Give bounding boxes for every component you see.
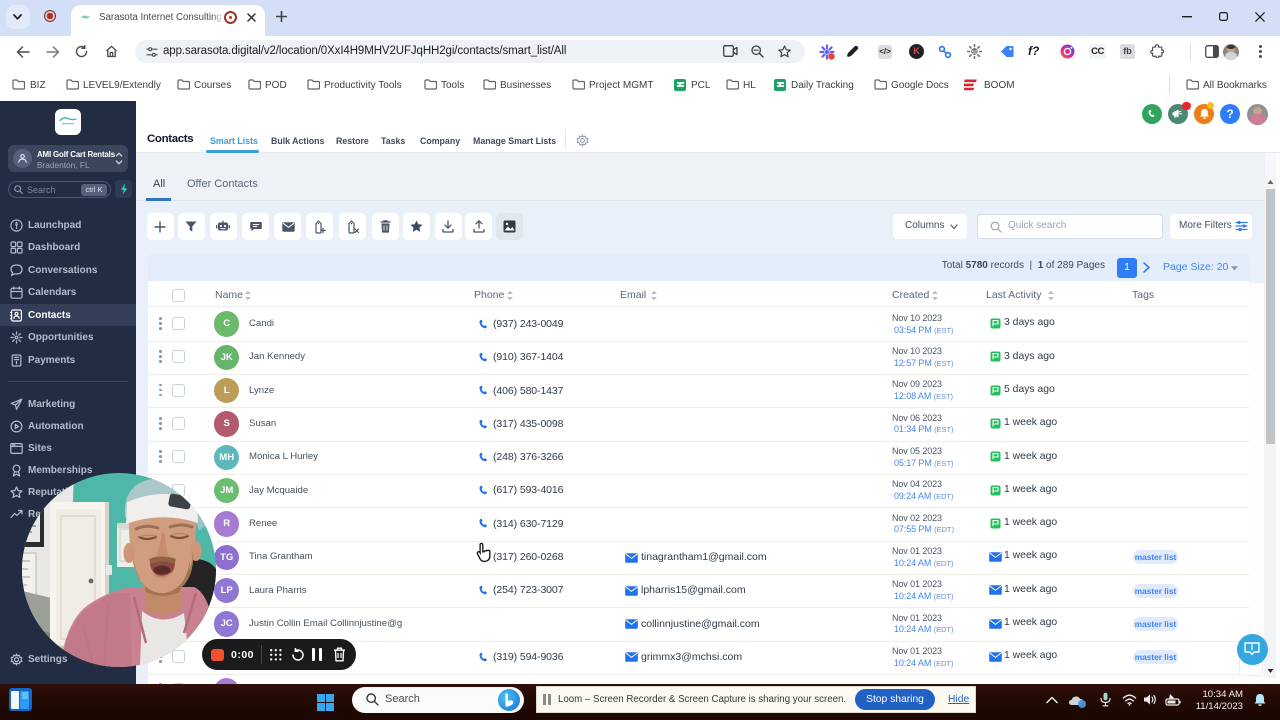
svg-text:50: 50 bbox=[971, 50, 977, 56]
